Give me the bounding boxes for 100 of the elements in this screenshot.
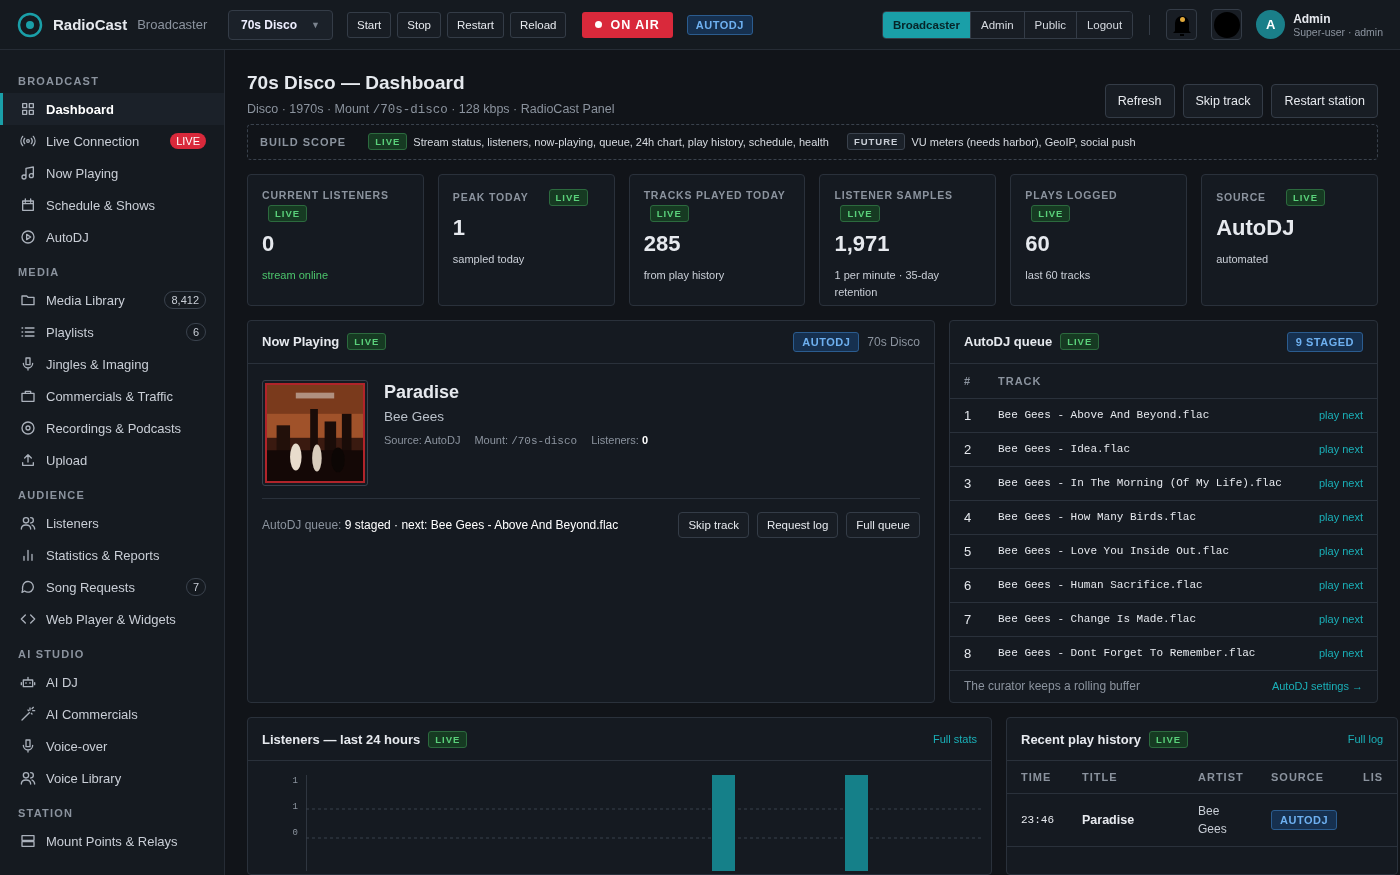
nav-item[interactable]: Playlists 6 bbox=[0, 316, 224, 348]
nav-item[interactable]: AI DJ bbox=[0, 666, 224, 698]
play-next-link[interactable]: play next bbox=[1318, 409, 1363, 422]
column-header: # bbox=[964, 374, 973, 387]
play-next-link[interactable]: play next bbox=[1318, 613, 1363, 626]
notifications-button[interactable] bbox=[1166, 9, 1198, 40]
nav-item[interactable]: AutoDJ bbox=[0, 221, 224, 253]
nav-item[interactable]: Schedule & Shows bbox=[0, 189, 224, 221]
nav-icon bbox=[20, 420, 36, 436]
nav-icon bbox=[20, 356, 36, 372]
column-header: TRACK bbox=[998, 374, 1042, 387]
station-control-button[interactable]: Reload bbox=[510, 11, 567, 38]
row-number: 5 bbox=[964, 543, 973, 559]
track-file: Bee Gees - Dont Forget To Remember.flac bbox=[998, 647, 1256, 660]
autodj-settings-link[interactable]: AutoDJ settings → bbox=[1271, 680, 1363, 693]
station-control-button[interactable]: Stop bbox=[397, 11, 441, 38]
nav-icon bbox=[20, 165, 36, 181]
scope-tag: FUTURE bbox=[846, 133, 906, 151]
nav-icon bbox=[20, 611, 36, 627]
panel-title: AutoDJ queue bbox=[964, 334, 1053, 350]
full-stats-link[interactable]: Full stats bbox=[933, 733, 977, 746]
track-file: Bee Gees - Idea.flac bbox=[998, 443, 1131, 456]
now-playing-button[interactable]: Request log bbox=[756, 511, 839, 538]
nav-item[interactable]: Voice-over bbox=[0, 730, 224, 762]
section-title: MEDIA bbox=[17, 265, 61, 280]
column-header: SOURCE bbox=[1271, 771, 1326, 784]
nav-item[interactable]: AI Commercials bbox=[0, 698, 224, 730]
nav-item[interactable]: Now Playing bbox=[0, 157, 224, 189]
track-file: Bee Gees - Above And Beyond.flac bbox=[998, 409, 1210, 422]
full-log-link[interactable]: Full log bbox=[1347, 733, 1384, 746]
section-title: BROADCAST bbox=[17, 74, 101, 89]
stat-value: 1,971 bbox=[834, 230, 891, 257]
nav-icon bbox=[20, 452, 36, 468]
play-next-link[interactable]: play next bbox=[1318, 477, 1363, 490]
nav-icon bbox=[20, 101, 36, 117]
stat-value: 60 bbox=[1025, 230, 1051, 257]
role-tab[interactable]: Public bbox=[1023, 11, 1076, 38]
user-avatar[interactable]: A bbox=[1256, 10, 1286, 39]
axis-label: 1 bbox=[292, 776, 298, 787]
row-number: 3 bbox=[964, 475, 973, 491]
play-next-link[interactable]: play next bbox=[1318, 511, 1363, 524]
table-cell-text: Bee Gees bbox=[1198, 803, 1228, 839]
panel-title: Listeners — last 24 hours bbox=[262, 731, 421, 747]
track-file: Bee Gees - In The Morning (Of My Life).flac bbox=[998, 477, 1282, 490]
stat-note: 1 per minute · 35-day retention bbox=[834, 267, 941, 300]
stat-note: from play history bbox=[643, 267, 726, 283]
live-tag: LIVE bbox=[1148, 730, 1189, 748]
page-action-button[interactable]: Refresh bbox=[1104, 84, 1175, 118]
nav-item[interactable]: Jingles & Imaging bbox=[0, 348, 224, 380]
play-next-link[interactable]: play next bbox=[1318, 579, 1363, 592]
nav-item[interactable]: Live Connection LIVE bbox=[0, 125, 224, 157]
scope-text: Stream status, listeners, now-playing, queue, 24h chart, play history, schedule, health bbox=[413, 135, 829, 148]
nav-item[interactable]: Song Requests 7 bbox=[0, 571, 224, 603]
now-playing-button[interactable]: Skip track bbox=[678, 511, 749, 538]
live-tag: LIVE bbox=[1031, 204, 1071, 222]
table-cell-text: Paradise bbox=[1082, 813, 1136, 828]
role-tab[interactable]: Broadcaster bbox=[882, 11, 970, 38]
nav-item[interactable]: Recordings & Podcasts bbox=[0, 412, 224, 444]
nav-item[interactable]: Web Player & Widgets bbox=[0, 603, 224, 635]
play-next-link[interactable]: play next bbox=[1318, 545, 1363, 558]
now-playing-button[interactable]: Full queue bbox=[846, 511, 920, 538]
nav-item[interactable]: Voice Library bbox=[0, 762, 224, 794]
track-file: Bee Gees - Human Sacrifice.flac bbox=[998, 579, 1203, 592]
column-header: TIME bbox=[1021, 771, 1053, 784]
stat-label: PLAYS LOGGED bbox=[1025, 188, 1118, 201]
nav-item[interactable]: Statistics & Reports bbox=[0, 539, 224, 571]
stat-note: stream online bbox=[262, 267, 330, 283]
nav-icon bbox=[20, 388, 36, 404]
page-action-button[interactable]: Skip track bbox=[1182, 84, 1264, 118]
logo-icon bbox=[17, 11, 43, 38]
station-control-button[interactable]: Restart bbox=[446, 11, 504, 38]
brand-name: RadioCast bbox=[53, 16, 128, 33]
circle-icon bbox=[1213, 11, 1240, 38]
play-next-link[interactable]: play next bbox=[1318, 443, 1363, 456]
nav-item[interactable]: Listeners bbox=[0, 507, 224, 539]
stat-label: TRACKS PLAYED TODAY bbox=[643, 188, 786, 201]
play-next-link[interactable]: play next bbox=[1318, 647, 1363, 660]
nav-item[interactable]: Dashboard bbox=[0, 93, 224, 125]
stat-note: last 60 tracks bbox=[1025, 267, 1092, 283]
nav-item[interactable]: Upload bbox=[0, 444, 224, 476]
nav-item[interactable]: Mount Points & Relays bbox=[0, 825, 224, 857]
station-control-button[interactable]: Start bbox=[346, 11, 392, 38]
nav-icon bbox=[20, 738, 36, 754]
row-number: 2 bbox=[964, 441, 973, 457]
nav-icon bbox=[20, 292, 36, 308]
source-badge: AUTODJ bbox=[793, 331, 860, 352]
on-air-button[interactable]: ON AIR bbox=[582, 11, 673, 38]
panel-title: Recent play history bbox=[1021, 731, 1141, 747]
role-tab[interactable]: Logout bbox=[1075, 11, 1133, 38]
mode-badge: AUTODJ bbox=[686, 14, 753, 35]
station-select[interactable]: 70s Disco ▼ bbox=[228, 9, 333, 40]
panel-title: Now Playing bbox=[262, 334, 340, 350]
page-action-button[interactable]: Restart station bbox=[1271, 84, 1378, 118]
row-number: 1 bbox=[964, 407, 973, 423]
staged-count-badge: 9 STAGED bbox=[1286, 331, 1363, 352]
row-number: 8 bbox=[964, 645, 973, 661]
track-meta: Mount: /70s-disco bbox=[474, 433, 578, 447]
nav-item[interactable]: Media Library 8,412 bbox=[0, 284, 224, 316]
nav-item[interactable]: Commercials & Traffic bbox=[0, 380, 224, 412]
role-tab[interactable]: Admin bbox=[970, 11, 1024, 38]
